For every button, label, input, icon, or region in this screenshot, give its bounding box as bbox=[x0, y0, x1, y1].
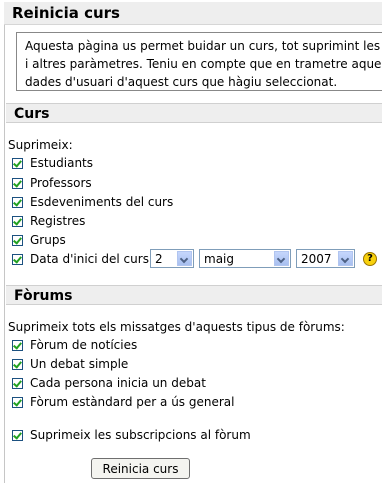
page-title: Reinicia curs bbox=[4, 2, 382, 25]
option-subscripcions[interactable]: Suprimeix les subscripcions al fòrum bbox=[12, 426, 251, 444]
forums-delete-label: Suprimeix tots els missatges d'aquests t… bbox=[8, 320, 345, 334]
checkbox[interactable] bbox=[12, 215, 23, 227]
option-registres[interactable]: Registres bbox=[12, 212, 85, 230]
option-esdeveniments[interactable]: Esdeveniments del curs bbox=[12, 193, 173, 211]
checkbox[interactable] bbox=[12, 396, 23, 408]
option-label: Cada persona inicia un debat bbox=[30, 376, 206, 390]
year-value: 2007 bbox=[301, 251, 332, 266]
checkbox[interactable] bbox=[12, 339, 23, 351]
intro-line: dades d'usuari d'aquest curs que hàgiu s… bbox=[25, 75, 338, 89]
month-select[interactable]: maig bbox=[199, 249, 291, 268]
option-estudiants[interactable]: Estudiants bbox=[12, 154, 93, 172]
help-icon[interactable]: ? bbox=[363, 252, 377, 266]
option-debat-simple[interactable]: Un debat simple bbox=[12, 355, 128, 373]
month-value: maig bbox=[204, 251, 234, 266]
option-label: Un debat simple bbox=[30, 357, 129, 371]
option-forum-noticies[interactable]: Fòrum de notícies bbox=[12, 336, 137, 354]
option-start-date[interactable]: Data d'inici del curs bbox=[12, 250, 149, 268]
year-select[interactable]: 2007 bbox=[296, 249, 355, 268]
reset-course-button[interactable]: Reinicia curs bbox=[91, 458, 190, 479]
intro-line: Aquesta pàgina us permet buidar un curs,… bbox=[25, 39, 382, 53]
option-label: Esdeveniments del curs bbox=[30, 195, 174, 209]
curs-delete-label: Suprimeix: bbox=[8, 138, 73, 152]
intro-line: i altres paràmetres. Teniu en compte que… bbox=[25, 57, 382, 71]
option-label: Fòrum de notícies bbox=[30, 338, 138, 352]
checkbox[interactable] bbox=[12, 234, 23, 246]
checkbox[interactable] bbox=[12, 358, 23, 370]
option-label: Data d'inici del curs bbox=[30, 252, 149, 266]
day-select[interactable]: 2 bbox=[150, 249, 194, 268]
option-professors[interactable]: Professors bbox=[12, 174, 92, 192]
checkbox[interactable] bbox=[12, 429, 23, 441]
option-label: Professors bbox=[30, 176, 92, 190]
intro-box: Aquesta pàgina us permet buidar un curs,… bbox=[16, 32, 382, 91]
checkbox[interactable] bbox=[12, 253, 23, 265]
checkbox[interactable] bbox=[12, 377, 23, 389]
option-label: Registres bbox=[30, 214, 86, 228]
option-label: Estudiants bbox=[30, 156, 94, 170]
option-forum-estandard[interactable]: Fòrum estàndard per a ús general bbox=[12, 393, 234, 411]
option-cada-persona[interactable]: Cada persona inicia un debat bbox=[12, 374, 206, 392]
option-grups[interactable]: Grups bbox=[12, 231, 66, 249]
option-label: Fòrum estàndard per a ús general bbox=[30, 395, 235, 409]
option-label: Suprimeix les subscripcions al fòrum bbox=[30, 428, 251, 442]
option-label: Grups bbox=[30, 233, 66, 247]
day-value: 2 bbox=[155, 251, 163, 266]
checkbox[interactable] bbox=[12, 157, 23, 169]
section-heading-curs: Curs bbox=[6, 103, 382, 123]
chevron-down-icon[interactable] bbox=[274, 251, 289, 266]
checkbox[interactable] bbox=[12, 177, 23, 189]
chevron-down-icon[interactable] bbox=[177, 251, 192, 266]
chevron-down-icon[interactable] bbox=[338, 251, 353, 266]
section-heading-forums: Fòrums bbox=[6, 285, 382, 305]
checkbox[interactable] bbox=[12, 196, 23, 208]
